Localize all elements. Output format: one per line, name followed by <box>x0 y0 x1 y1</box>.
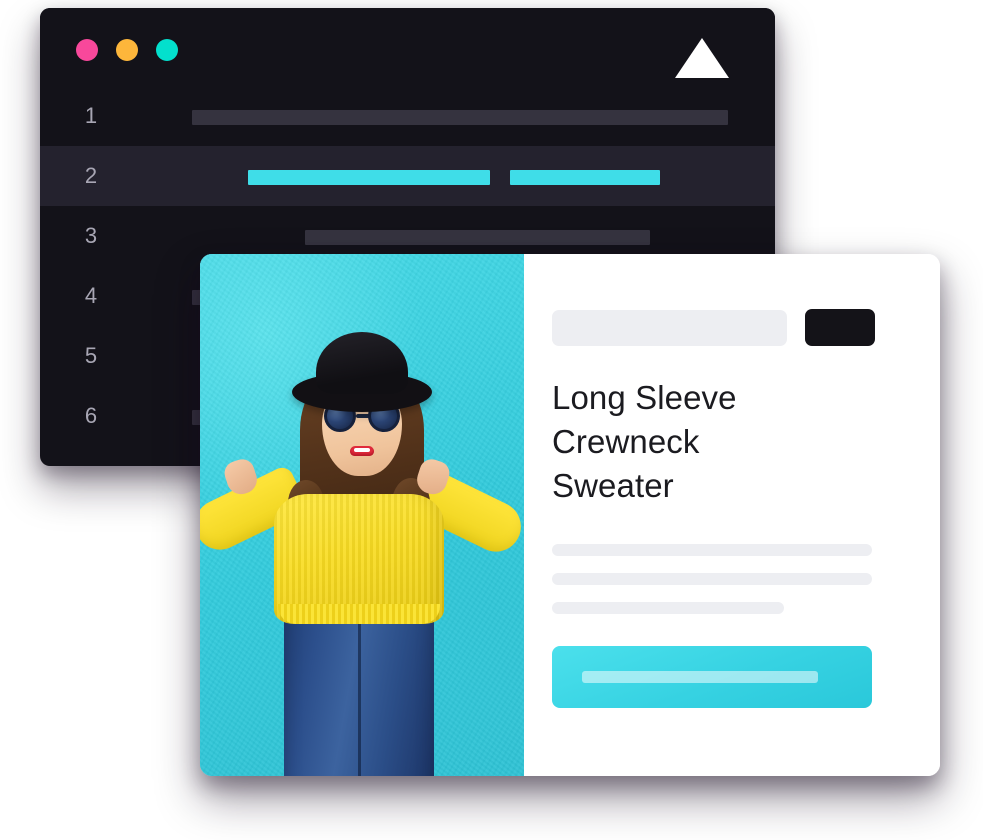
detail-toolbar <box>552 309 875 346</box>
close-dot[interactable] <box>76 39 98 61</box>
play-triangle-icon[interactable] <box>675 38 729 78</box>
window-titlebar <box>40 8 775 86</box>
line-number: 3 <box>84 223 98 248</box>
model-teeth <box>354 448 370 452</box>
add-to-cart-button[interactable] <box>552 646 872 708</box>
minimize-dot[interactable] <box>116 39 138 61</box>
product-detail-panel: Long Sleeve Crewneck Sweater <box>524 254 940 776</box>
line-number: 1 <box>84 103 98 128</box>
product-title: Long Sleeve Crewneck Sweater <box>552 379 737 504</box>
line-number: 5 <box>84 343 98 368</box>
code-row[interactable]: 1 <box>40 86 775 146</box>
description-line <box>552 544 872 556</box>
line-number: 6 <box>84 403 98 428</box>
cta-label-placeholder <box>582 671 818 683</box>
description-line <box>552 602 784 614</box>
code-token-bar <box>248 170 490 185</box>
model-sweater <box>274 494 444 624</box>
screenshot-stage: 1 2 3 4 5 6 Long Sleeve Crewneck Sweater <box>0 0 983 840</box>
product-photo <box>200 254 524 776</box>
product-description-placeholder <box>552 544 872 631</box>
search-input[interactable] <box>552 309 787 346</box>
code-row[interactable]: 2 <box>40 146 775 206</box>
code-token-bar <box>192 110 728 125</box>
primary-action-button[interactable] <box>805 309 875 346</box>
sweater-rib-texture <box>274 494 444 624</box>
code-token-bar <box>510 170 660 185</box>
product-detail-card: Long Sleeve Crewneck Sweater <box>200 254 940 776</box>
line-number: 4 <box>84 283 98 308</box>
line-number: 2 <box>84 163 98 188</box>
code-token-bar <box>305 230 650 245</box>
maximize-dot[interactable] <box>156 39 178 61</box>
description-line <box>552 573 872 585</box>
